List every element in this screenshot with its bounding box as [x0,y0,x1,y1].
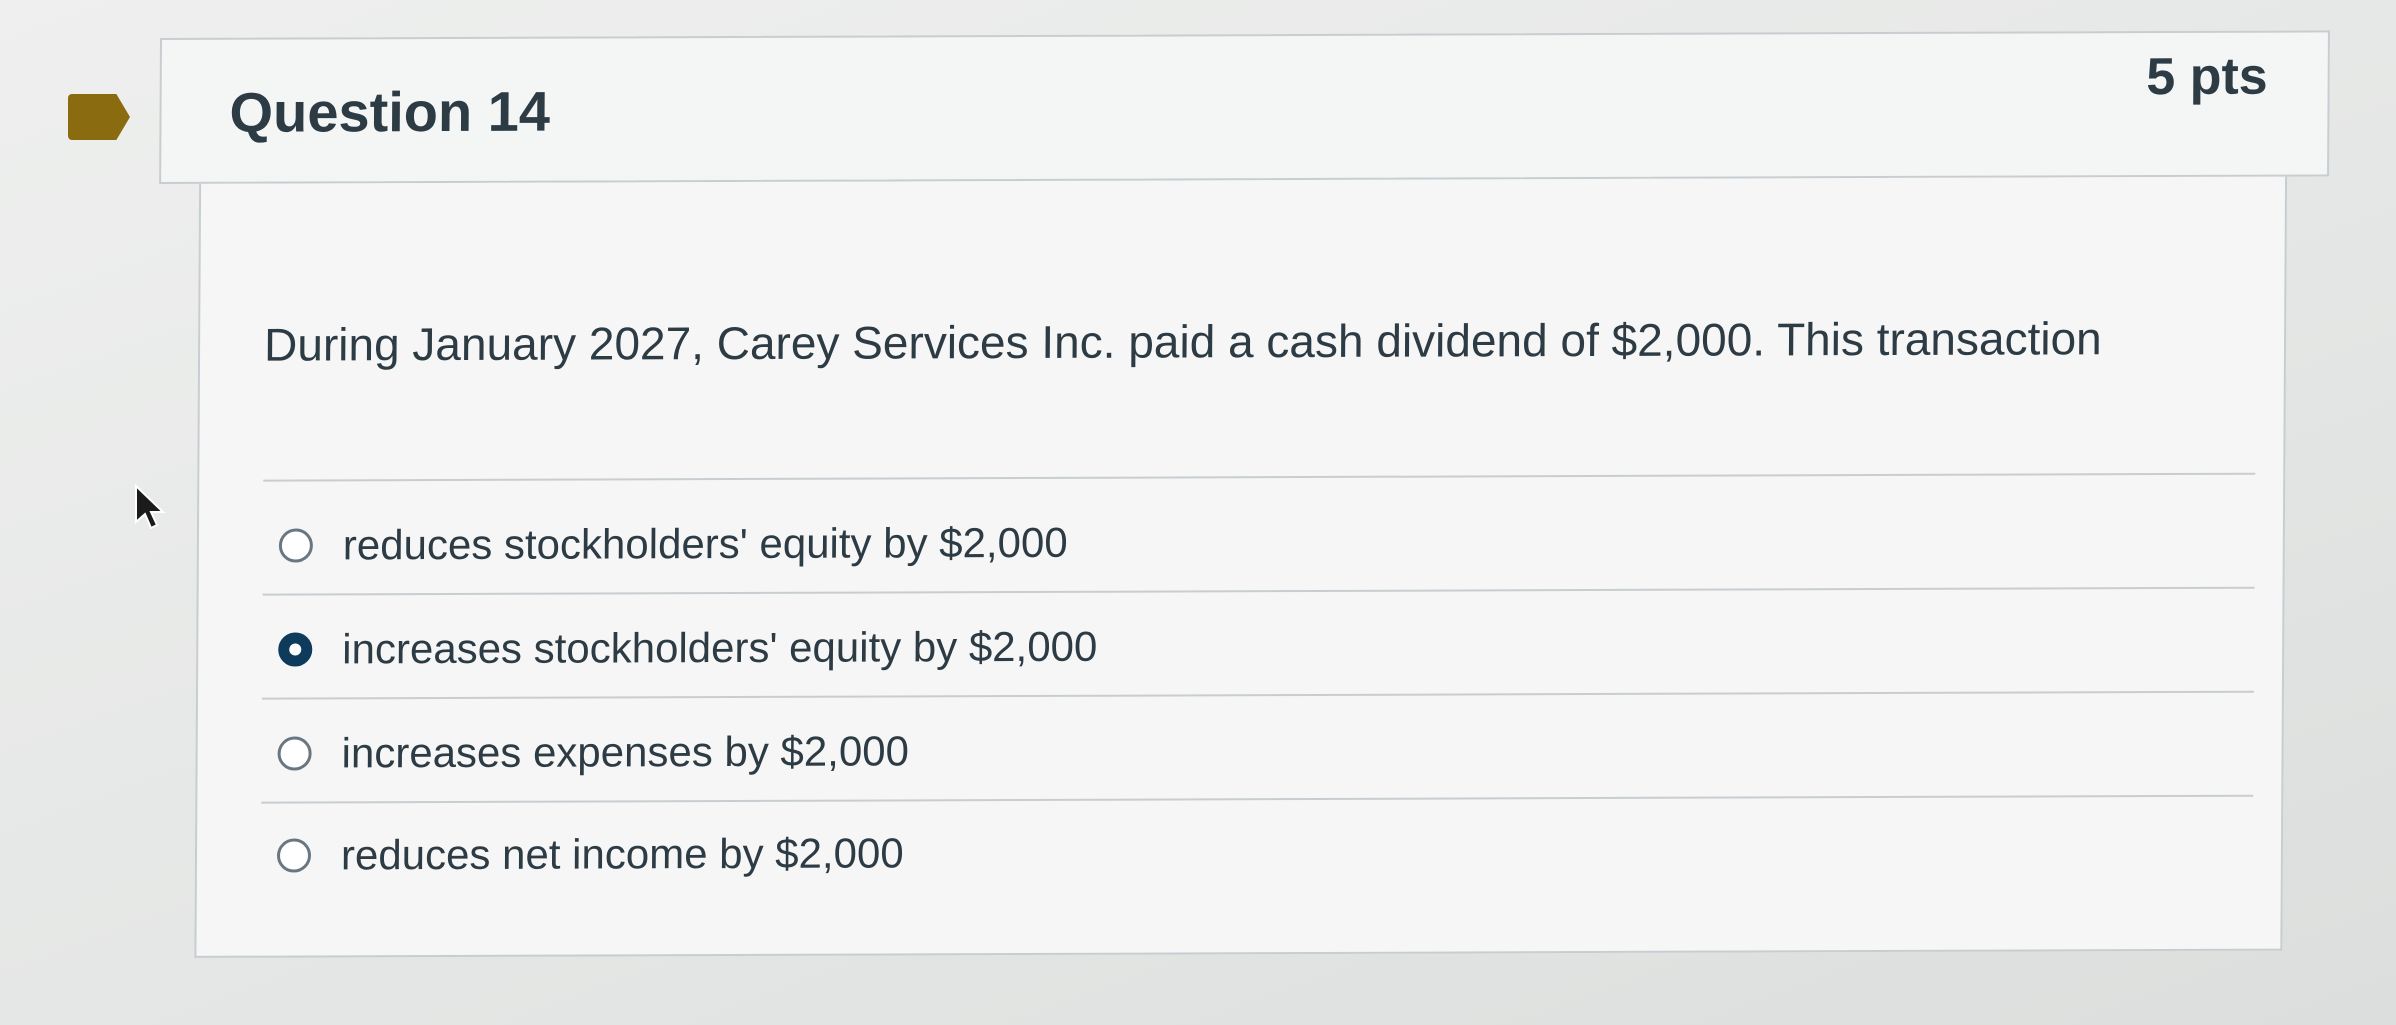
answer-label: reduces stockholders' equity by $2,000 [342,518,1068,569]
question-body: During January 2027, Carey Services Inc.… [194,176,2288,958]
answer-label: increases expenses by $2,000 [341,727,910,777]
bookmark-flag-icon[interactable] [68,94,130,140]
divider [261,794,2254,804]
radio-button-icon[interactable] [278,528,313,563]
answer-label: reduces net income by $2,000 [340,829,904,879]
question-header: Question 14 5 pts [159,30,2330,185]
answer-option[interactable]: increases stockholders' equity by $2,000 [278,607,1098,690]
answer-option[interactable]: increases expenses by $2,000 [277,711,909,793]
radio-button-checked-icon[interactable] [278,632,313,667]
answer-label: increases stockholders' equity by $2,000 [342,622,1098,673]
radio-button-icon[interactable] [276,838,312,873]
radio-button-icon[interactable] [277,736,312,771]
question-points: 5 pts [2146,47,2268,107]
divider [261,690,2254,700]
question-card: Question 14 5 pts During January 2027, C… [154,30,2330,958]
answer-option[interactable]: reduces net income by $2,000 [276,813,904,895]
question-title: Question 14 [229,79,551,144]
quiz-screen: Question 14 5 pts During January 2027, C… [0,0,2396,1025]
divider [263,472,2256,482]
answer-option[interactable]: reduces stockholders' equity by $2,000 [278,503,1068,586]
divider [262,586,2255,596]
question-text: During January 2027, Carey Services Inc.… [263,312,2102,371]
